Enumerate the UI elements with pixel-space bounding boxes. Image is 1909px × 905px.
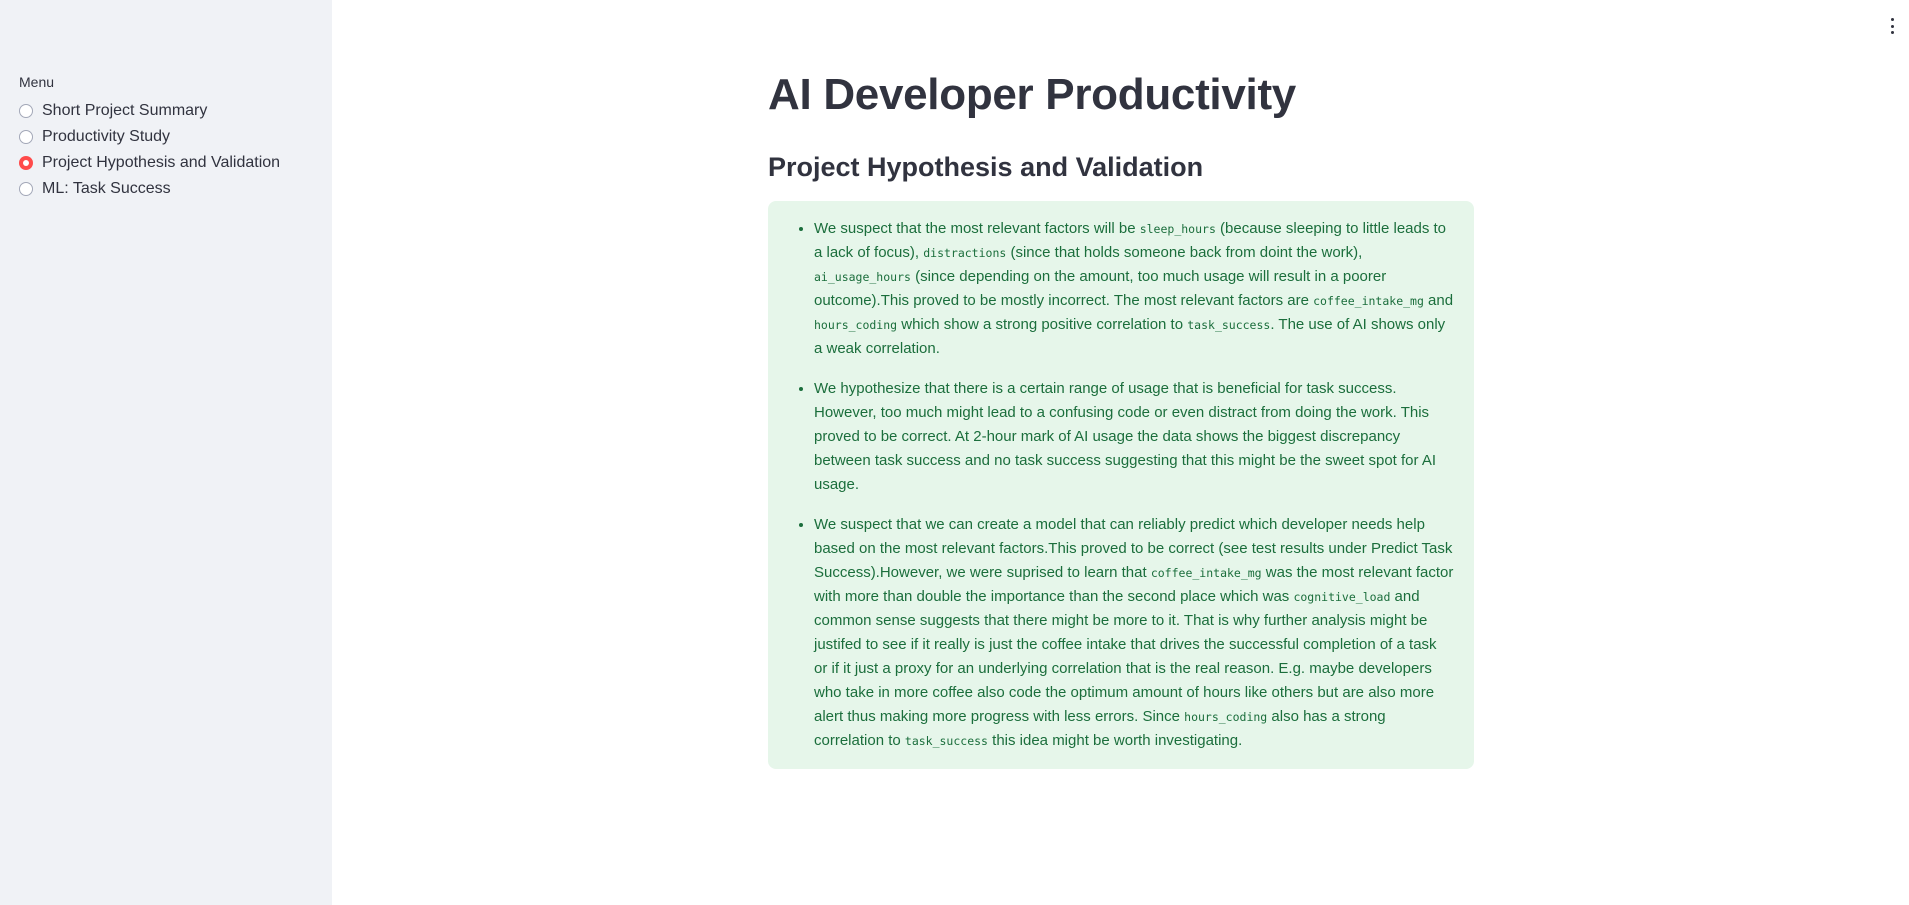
code-task-success: task_success [904,734,988,748]
text-segment: this idea might be worth investigating. [987,732,1243,749]
code-coffee-intake-mg: coffee_intake_mg [1150,566,1262,580]
radio-unselected-icon[interactable] [19,130,33,144]
code-coffee-intake-mg: coffee_intake_mg [1313,294,1424,308]
code-hours-coding: hours_coding [1184,710,1268,724]
menu-item-label: Productivity Study [42,128,171,145]
text-segment: We hypothesize that there is a certain r… [814,380,1437,493]
code-ai-usage-hours: ai_usage_hours [814,270,911,284]
text-segment: which show a strong positive correlation… [897,316,1188,333]
text-segment: (since that holds someone back from doin… [1006,244,1363,261]
kebab-dot [1890,18,1894,21]
menu-item-project-hypothesis-and-validation[interactable]: Project Hypothesis and Validation [19,150,280,176]
code-task-success: task_success [1187,318,1271,332]
text-segment: and common sense suggests that there mig… [814,588,1437,725]
code-distractions: distractions [923,246,1007,260]
radio-unselected-icon[interactable] [19,182,33,196]
menu-radio-group: Short Project Summary Productivity Study… [19,98,280,202]
menu-item-label: Short Project Summary [42,102,208,119]
radio-unselected-icon[interactable] [19,104,33,118]
menu-label: Menu [19,74,55,90]
text-segment: We suspect that the most relevant factor… [814,220,1140,237]
hypothesis-success-box: We suspect that the most relevant factor… [768,201,1474,769]
hypothesis-item-1: We suspect that the most relevant factor… [814,217,1454,361]
code-hours-coding: hours_coding [814,318,898,332]
menu-item-label: Project Hypothesis and Validation [42,154,281,171]
menu-item-ml-task-success[interactable]: ML: Task Success [19,176,280,202]
code-cognitive-load: cognitive_load [1293,590,1391,604]
kebab-menu-icon[interactable] [1889,18,1895,34]
text-segment: and [1423,292,1454,309]
menu-item-label: ML: Task Success [42,180,171,197]
kebab-dot [1890,31,1894,34]
app-title: AI Developer Productivity [768,70,1296,119]
menu-item-productivity-study[interactable]: Productivity Study [19,124,280,150]
menu-item-short-project-summary[interactable]: Short Project Summary [19,98,280,124]
code-sleep-hours: sleep_hours [1139,222,1216,236]
page-title: Project Hypothesis and Validation [768,152,1204,182]
radio-selected-icon[interactable] [19,156,33,170]
kebab-dot [1890,24,1894,28]
hypothesis-item-3: We suspect that we can create a model th… [814,513,1454,753]
hypothesis-item-2: We hypothesize that there is a certain r… [814,377,1454,497]
sidebar: Menu Short Project Summary Productivity … [0,0,332,905]
hypothesis-list: We suspect that the most relevant factor… [768,217,1454,753]
